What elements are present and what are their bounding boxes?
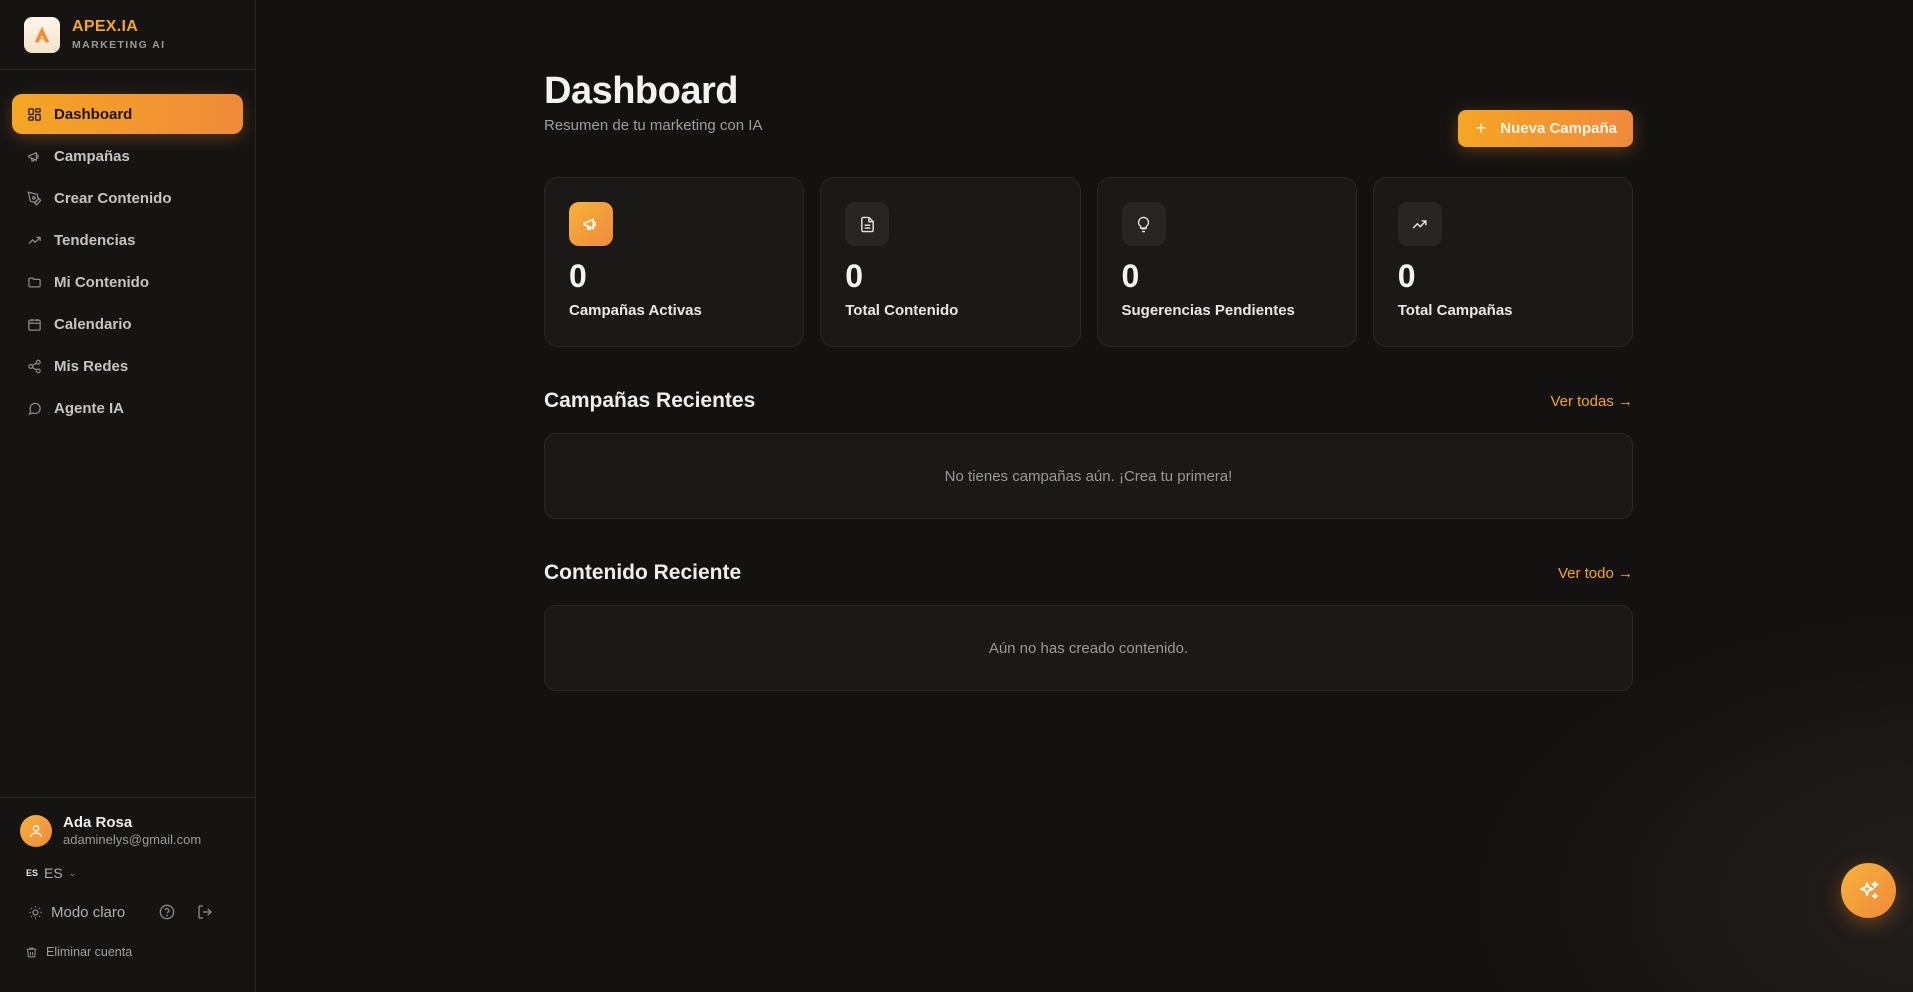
- new-campaign-label: Nueva Campaña: [1500, 120, 1617, 137]
- stat-value: 0: [569, 258, 587, 294]
- sparkles-icon: [1859, 880, 1878, 899]
- calendar-icon: [26, 316, 42, 332]
- help-icon[interactable]: [159, 903, 175, 921]
- page-header: Dashboard Resumen de tu marketing con IA…: [544, 70, 1633, 147]
- document-icon: [845, 202, 890, 246]
- stat-label: Total Contenido: [845, 302, 959, 319]
- logout-icon[interactable]: [197, 903, 213, 921]
- sidebar: APEX.IA MARKETING AI Dashboard Campañas: [0, 0, 256, 992]
- language-code: ES: [44, 865, 63, 881]
- recent-campaigns-header: Campañas Recientes Ver todas →: [544, 389, 1633, 413]
- sidebar-item-label: Agente IA: [54, 399, 125, 417]
- delete-account-button[interactable]: Eliminar cuenta: [25, 945, 235, 959]
- view-all-campaigns-link[interactable]: Ver todas →: [1550, 393, 1633, 410]
- megaphone-icon: [26, 148, 42, 164]
- trash-icon: [26, 947, 37, 957]
- user-name: Ada Rosa: [63, 814, 133, 831]
- main-content: Dashboard Resumen de tu marketing con IA…: [256, 0, 1913, 992]
- sidebar-item-label: Calendario: [54, 315, 132, 333]
- megaphone-icon: [569, 202, 613, 246]
- sidebar-footer: Ada Rosa adaminelys@gmail.com ES ES ⌄ Mo…: [0, 797, 255, 992]
- stat-value: 0: [845, 258, 864, 294]
- stat-card-total-campaigns: 0 Total Campañas: [1372, 177, 1633, 347]
- ai-assistant-button[interactable]: [1841, 863, 1896, 918]
- stats-row: 0 Campañas Activas 0 Total Contenido 0 S…: [544, 177, 1633, 347]
- brand-name: APEX.IA: [72, 18, 139, 35]
- sidebar-nav: Dashboard Campañas Crear Contenido Tende…: [0, 70, 255, 428]
- folder-icon: [26, 274, 42, 290]
- brand-subtitle: MARKETING AI: [72, 39, 166, 51]
- chevron-down-icon: ⌄: [68, 867, 77, 878]
- page-title: Dashboard: [544, 70, 738, 112]
- sun-icon: [29, 905, 42, 919]
- sidebar-item-mis-redes[interactable]: Mis Redes: [12, 346, 243, 386]
- sidebar-item-label: Dashboard: [54, 105, 133, 123]
- sidebar-item-agente-ia[interactable]: Agente IA: [12, 388, 243, 428]
- sidebar-item-dashboard[interactable]: Dashboard: [12, 94, 243, 134]
- stat-card-pending-suggestions: 0 Sugerencias Pendientes: [1096, 177, 1357, 347]
- sidebar-item-label: Tendencias: [54, 231, 136, 249]
- stat-value: 0: [1121, 258, 1140, 294]
- sidebar-item-calendario[interactable]: Calendario: [12, 304, 243, 344]
- language-selector[interactable]: ES ES ⌄: [26, 865, 235, 881]
- theme-toggle-label: Modo claro: [51, 903, 126, 921]
- stat-label: Campañas Activas: [569, 302, 702, 319]
- new-campaign-button[interactable]: + Nueva Campaña: [1457, 110, 1633, 147]
- brand[interactable]: APEX.IA MARKETING AI: [0, 0, 255, 70]
- sidebar-item-label: Mis Redes: [54, 357, 129, 375]
- stat-label: Total Campañas: [1397, 302, 1513, 319]
- avatar: [20, 814, 52, 847]
- sidebar-item-label: Crear Contenido: [54, 189, 172, 207]
- user-email: adaminelys@gmail.com: [63, 832, 202, 847]
- recent-content-header: Contenido Reciente Ver todo →: [544, 561, 1633, 585]
- plus-icon: +: [1475, 118, 1487, 138]
- user-profile[interactable]: Ada Rosa adaminelys@gmail.com: [20, 814, 235, 847]
- brand-logo: [24, 16, 60, 53]
- recent-campaigns-title: Campañas Recientes: [544, 389, 756, 412]
- pen-tool-icon: [26, 190, 42, 206]
- sidebar-item-label: Campañas: [54, 147, 130, 165]
- user-icon: [30, 824, 42, 837]
- sidebar-item-crear-contenido[interactable]: Crear Contenido: [12, 178, 243, 218]
- stat-card-total-content: 0 Total Contenido: [820, 177, 1081, 347]
- language-flag: ES: [26, 868, 39, 878]
- stat-value: 0: [1397, 258, 1416, 294]
- dashboard-content: Dashboard Resumen de tu marketing con IA…: [544, 70, 1633, 691]
- page-subtitle: Resumen de tu marketing con IA: [544, 117, 763, 134]
- delete-account-label: Eliminar cuenta: [46, 945, 133, 959]
- recent-campaigns-empty: No tienes campañas aún. ¡Crea tu primera…: [544, 433, 1633, 519]
- sidebar-item-label: Mi Contenido: [54, 273, 149, 291]
- trending-up-icon: [1397, 202, 1442, 246]
- stat-label: Sugerencias Pendientes: [1121, 302, 1295, 319]
- dashboard-grid-icon: [26, 106, 42, 122]
- view-all-content-link[interactable]: Ver todo →: [1558, 565, 1633, 582]
- theme-toggle[interactable]: Modo claro: [28, 904, 159, 921]
- share-icon: [26, 358, 42, 374]
- chat-icon: [26, 400, 42, 416]
- recent-content-title: Contenido Reciente: [544, 561, 742, 584]
- trending-up-icon: [26, 232, 42, 248]
- lightbulb-icon: [1121, 202, 1166, 246]
- footer-actions: Modo claro: [28, 903, 235, 921]
- recent-content-empty: Aún no has creado contenido.: [544, 605, 1633, 691]
- app-root: APEX.IA MARKETING AI Dashboard Campañas: [0, 0, 1913, 992]
- sidebar-item-mi-contenido[interactable]: Mi Contenido: [12, 262, 243, 302]
- stat-card-active-campaigns: 0 Campañas Activas: [544, 177, 805, 347]
- sidebar-item-campanas[interactable]: Campañas: [12, 136, 243, 176]
- sidebar-item-tendencias[interactable]: Tendencias: [12, 220, 243, 260]
